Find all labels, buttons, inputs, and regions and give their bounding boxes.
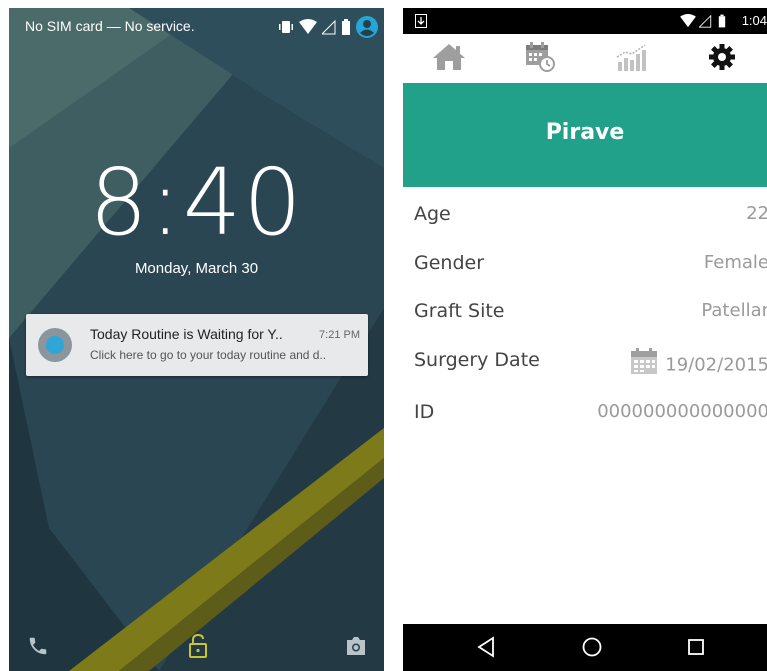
profile-screen: 1:04 Pirave Age 22 Gender Female Graft S…	[403, 8, 767, 671]
profile-header: Pirave	[403, 83, 767, 187]
gear-icon	[707, 42, 737, 76]
field-surgery-date[interactable]: Surgery Date 19/02/2015	[403, 343, 767, 383]
notification-card[interactable]: Today Routine is Waiting for Y.. 7:21 PM…	[26, 314, 368, 376]
lock-clock: 8:40	[89, 149, 304, 256]
field-value: 22	[746, 203, 767, 224]
field-label: Surgery Date	[414, 349, 540, 371]
battery-icon	[341, 19, 351, 39]
download-icon	[415, 13, 427, 32]
field-value: 19/02/2015	[665, 354, 767, 376]
field-value: Female	[703, 252, 767, 273]
lock-screen: No SIM card — No service. 8:40 Monday, M…	[9, 8, 384, 671]
wifi-icon	[299, 19, 317, 39]
home-circle-icon[interactable]	[581, 636, 603, 658]
field-gender: Gender Female	[403, 246, 767, 286]
app-notification-icon	[38, 328, 72, 362]
navigation-bar	[403, 624, 767, 671]
field-graft-site: Graft Site Patellar	[403, 294, 767, 334]
lock-icon[interactable]	[187, 633, 209, 663]
tab-bar	[403, 34, 767, 84]
field-value: Patellar	[701, 300, 767, 321]
calendar-clock-icon	[523, 41, 557, 77]
tab-home[interactable]	[403, 34, 494, 84]
vibrate-icon	[278, 19, 294, 39]
field-value: 000000000000000	[597, 401, 767, 422]
profile-name: Pirave	[545, 120, 625, 145]
status-time: 1:04	[741, 13, 767, 28]
home-icon	[432, 42, 466, 76]
notification-time: 7:21 PM	[319, 329, 360, 341]
recents-icon[interactable]	[686, 636, 708, 658]
wifi-icon	[680, 13, 696, 32]
status-bar: No SIM card — No service.	[9, 8, 384, 46]
field-label: ID	[414, 401, 435, 423]
signal-icon	[320, 19, 336, 39]
field-id: ID 000000000000000	[403, 395, 767, 435]
lock-date: Monday, March 30	[134, 260, 259, 277]
tab-progress[interactable]	[585, 34, 676, 84]
calendar-icon[interactable]	[629, 347, 659, 380]
carrier-text: No SIM card — No service.	[25, 18, 195, 34]
notification-title: Today Routine is Waiting for Y..	[90, 326, 283, 342]
back-icon[interactable]	[476, 636, 498, 658]
field-label: Age	[414, 203, 451, 225]
account-icon[interactable]	[356, 16, 378, 42]
signal-icon	[698, 13, 712, 32]
field-age: Age 22	[403, 197, 767, 237]
tab-schedule[interactable]	[494, 34, 585, 84]
tab-settings[interactable]	[676, 34, 767, 84]
chart-icon	[614, 42, 648, 76]
field-label: Gender	[414, 252, 485, 274]
battery-icon	[718, 13, 726, 32]
status-bar: 1:04	[403, 8, 767, 34]
notification-text: Click here to go to your today routine a…	[90, 348, 327, 362]
field-label: Graft Site	[414, 300, 505, 322]
camera-icon[interactable]	[345, 636, 367, 660]
phone-icon[interactable]	[27, 635, 49, 661]
